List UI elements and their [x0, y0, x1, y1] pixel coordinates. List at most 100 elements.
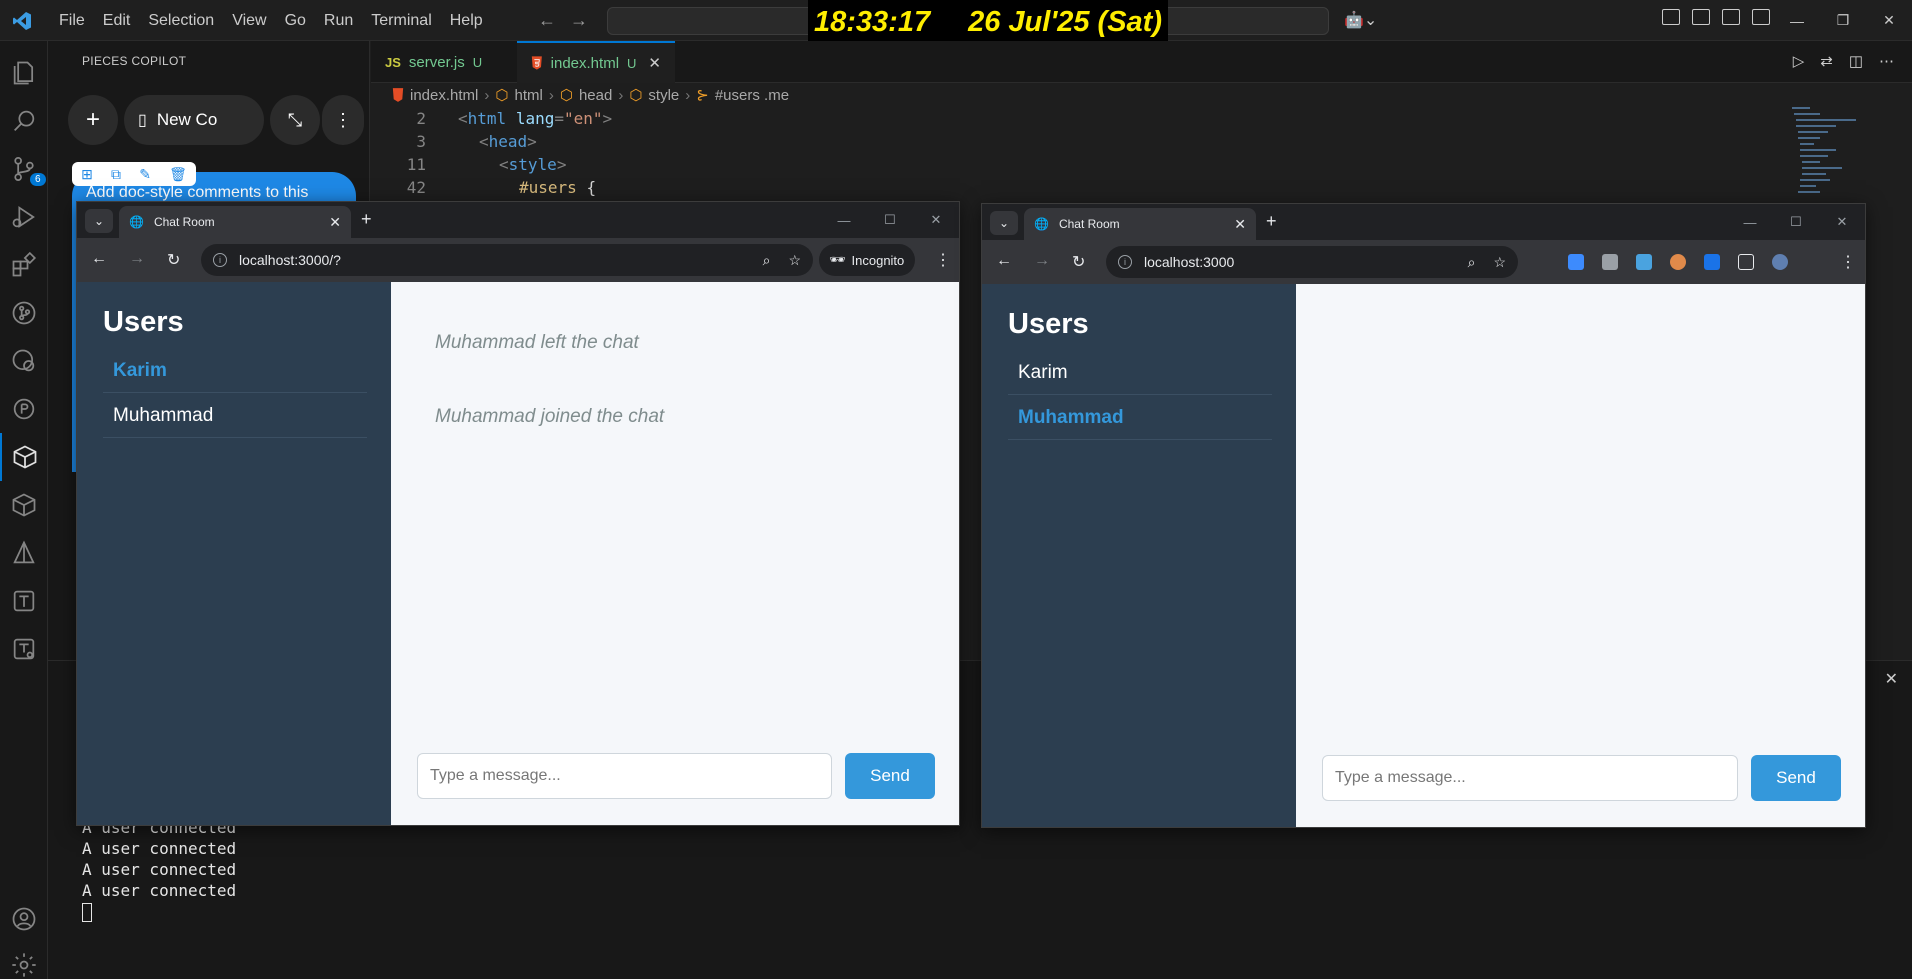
back-arrow-icon[interactable]: ←	[91, 250, 107, 270]
delete-trash-icon[interactable]: 🗑	[169, 166, 187, 183]
forward-arrow-icon[interactable]: →	[570, 10, 588, 31]
forward-arrow-icon[interactable]: →	[129, 250, 145, 270]
radio-extension-icon[interactable]	[1636, 254, 1652, 270]
address-bar[interactable]: i localhost:3000 ⌕ ☆	[1106, 246, 1518, 278]
gem-extension-icon[interactable]	[1568, 254, 1584, 270]
account-icon[interactable]	[0, 895, 48, 943]
run-debug-icon[interactable]	[0, 193, 48, 241]
terraform-icon[interactable]	[0, 577, 48, 625]
menu-go[interactable]: Go	[276, 12, 315, 30]
breadcrumb-file[interactable]: index.html	[410, 87, 478, 104]
copy-icon[interactable]: ⧉	[111, 166, 121, 183]
back-arrow-icon[interactable]: ←	[996, 252, 1012, 272]
reload-icon[interactable]: ↻	[167, 250, 180, 270]
more-vert-icon[interactable]: ⋮	[322, 95, 364, 145]
user-item-muhammad[interactable]: Muhammad	[1008, 395, 1272, 440]
restore-icon[interactable]: ❐	[1820, 0, 1866, 41]
send-button[interactable]: Send	[845, 753, 935, 799]
terminal-output[interactable]: A user connected A user connected A user…	[82, 817, 236, 922]
menu-view[interactable]: View	[223, 12, 275, 30]
forward-arrow-icon[interactable]: →	[1034, 252, 1050, 272]
address-bar[interactable]: i localhost:3000/? ⌕ ☆	[201, 244, 813, 276]
browser-tab[interactable]: 🌐 Chat Room ✕	[119, 206, 351, 238]
minimize-icon[interactable]: —	[821, 202, 867, 238]
user-item-karim[interactable]: Karim	[1008, 350, 1272, 395]
remote-explorer-icon[interactable]	[0, 337, 48, 385]
avatar-extension-icon[interactable]	[1670, 254, 1686, 270]
copilot-icon[interactable]: 🤖⌄	[1344, 10, 1377, 30]
breadcrumb-head[interactable]: head	[579, 87, 612, 104]
site-info-icon[interactable]: i	[1118, 255, 1132, 269]
menu-file[interactable]: File	[50, 12, 94, 30]
manage-gear-icon[interactable]	[0, 941, 48, 979]
toggle-panel-icon[interactable]	[1722, 9, 1740, 25]
tab-search-icon[interactable]: ⌄	[990, 211, 1018, 235]
bookmark-star-icon[interactable]: ☆	[1493, 254, 1506, 271]
minimize-icon[interactable]: —	[1774, 0, 1820, 41]
tab-index-html[interactable]: index.html U ✕	[517, 41, 675, 83]
run-icon[interactable]: ▷	[1793, 52, 1805, 70]
compare-icon[interactable]: ⇄	[1820, 52, 1833, 70]
blue-extension-icon[interactable]	[1704, 254, 1720, 270]
breadcrumb-selector[interactable]: #users .me	[715, 87, 789, 104]
reload-icon[interactable]: ↻	[1072, 252, 1085, 272]
user-item-karim[interactable]: Karim	[103, 348, 367, 393]
toggle-secondary-sidebar-icon[interactable]	[1752, 9, 1770, 25]
menu-selection[interactable]: Selection	[139, 12, 223, 30]
video-extension-icon[interactable]	[1602, 254, 1618, 270]
profile-avatar-icon[interactable]	[1772, 254, 1788, 270]
menu-help[interactable]: Help	[441, 12, 492, 30]
breadcrumb-style[interactable]: style	[648, 87, 679, 104]
maximize-icon[interactable]: ☐	[867, 202, 913, 238]
new-tab-plus-icon[interactable]: +	[1266, 211, 1277, 232]
insert-icon[interactable]: ⊞	[81, 166, 93, 183]
close-panel-icon[interactable]: ✕	[1885, 669, 1898, 689]
browser-menu-icon[interactable]: ⋮	[935, 250, 951, 270]
extensions-icon[interactable]	[0, 241, 48, 289]
close-icon[interactable]: ✕	[913, 202, 959, 238]
minimize-icon[interactable]: —	[1727, 204, 1773, 240]
browser-menu-icon[interactable]: ⋮	[1840, 252, 1856, 272]
extensions-puzzle-icon[interactable]	[1738, 254, 1754, 270]
close-tab-icon[interactable]: ✕	[1234, 216, 1246, 233]
terraform-cloud-icon[interactable]	[0, 625, 48, 673]
collapse-icon[interactable]: ⤡	[270, 95, 320, 145]
azure-icon[interactable]	[0, 529, 48, 577]
send-button[interactable]: Send	[1751, 755, 1841, 801]
pieces-copilot-icon[interactable]	[0, 433, 48, 481]
conversation-selector[interactable]: ▯ New Co	[124, 95, 264, 145]
site-info-icon[interactable]: i	[213, 253, 227, 267]
split-editor-icon[interactable]: ◫	[1849, 52, 1863, 70]
source-control-icon[interactable]: 6	[0, 145, 48, 193]
edit-pencil-icon[interactable]: ✎	[139, 166, 151, 183]
search-icon[interactable]	[0, 97, 48, 145]
tab-search-icon[interactable]: ⌄	[85, 209, 113, 233]
zoom-icon[interactable]: ⌕	[763, 252, 771, 269]
browser-tab[interactable]: 🌐 Chat Room ✕	[1024, 208, 1256, 240]
message-input[interactable]	[417, 753, 832, 799]
tab-server-js[interactable]: JS server.js U	[371, 41, 517, 83]
menu-edit[interactable]: Edit	[94, 12, 140, 30]
close-icon[interactable]: ✕	[1819, 204, 1865, 240]
message-input[interactable]	[1322, 755, 1738, 801]
bookmark-star-icon[interactable]: ☆	[788, 252, 801, 269]
new-chat-plus-icon[interactable]: +	[68, 95, 118, 145]
package-icon[interactable]	[0, 481, 48, 529]
close-icon[interactable]: ✕	[1866, 0, 1912, 41]
minimap[interactable]	[1790, 105, 1870, 205]
git-graph-icon[interactable]	[0, 289, 48, 337]
zoom-icon[interactable]: ⌕	[1468, 254, 1476, 271]
incognito-indicator[interactable]: 🕶 Incognito	[819, 244, 915, 276]
back-arrow-icon[interactable]: ←	[538, 10, 556, 31]
explorer-icon[interactable]	[0, 49, 48, 97]
breadcrumb-html[interactable]: html	[514, 87, 542, 104]
more-actions-icon[interactable]: ⋯	[1879, 52, 1894, 70]
customize-layout-icon[interactable]	[1662, 9, 1680, 25]
menu-terminal[interactable]: Terminal	[362, 12, 440, 30]
pieces-drive-icon[interactable]	[0, 385, 48, 433]
tab-close-icon[interactable]: ✕	[648, 54, 661, 72]
new-tab-plus-icon[interactable]: +	[361, 209, 372, 230]
user-item-muhammad[interactable]: Muhammad	[103, 393, 367, 438]
menu-run[interactable]: Run	[315, 12, 362, 30]
toggle-primary-sidebar-icon[interactable]	[1692, 9, 1710, 25]
